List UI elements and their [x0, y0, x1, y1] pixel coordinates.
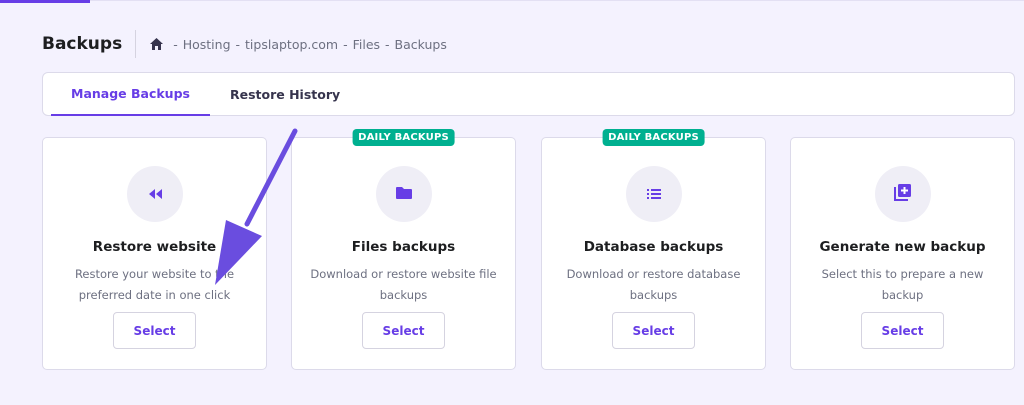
top-divider — [90, 0, 1024, 1]
breadcrumb-item-files[interactable]: Files — [353, 37, 380, 52]
add-box-icon — [893, 183, 912, 205]
card-database-backups: DAILY BACKUPS Database backups Download … — [541, 129, 766, 370]
generate-backup-select-button[interactable]: Select — [861, 312, 944, 349]
page-title: Backups — [42, 30, 137, 58]
breadcrumb-item-domain[interactable]: tipslaptop.com — [245, 37, 338, 52]
breadcrumb: - Hosting - tipslaptop.com - Files - Bac… — [149, 37, 447, 52]
daily-backups-badge: DAILY BACKUPS — [602, 129, 705, 146]
card-title: Generate new backup — [819, 239, 986, 255]
card-generate-new-backup: Generate new backup Select this to prepa… — [790, 137, 1015, 370]
breadcrumb-item-backups: Backups — [394, 36, 447, 52]
files-backups-select-button[interactable]: Select — [362, 312, 445, 349]
database-backups-select-button[interactable]: Select — [612, 312, 695, 349]
daily-backups-badge: DAILY BACKUPS — [352, 129, 455, 146]
restore-website-select-button[interactable]: Select — [113, 312, 196, 349]
card-title: Restore website — [92, 239, 217, 255]
card-description: Restore your website to the preferred da… — [74, 267, 235, 302]
home-icon[interactable] — [149, 37, 164, 51]
breadcrumb-item-hosting[interactable]: Hosting — [183, 37, 231, 52]
card-title: Database backups — [583, 239, 724, 255]
card-description: Download or restore website file backups — [310, 267, 497, 302]
card-restore-website: Restore website Restore your website to … — [42, 137, 267, 370]
top-accent-bar — [0, 0, 90, 3]
tab-manage-backups[interactable]: Manage Backups — [51, 73, 210, 116]
backup-tabs: Manage Backups Restore History — [42, 72, 1015, 116]
card-description: Download or restore database backups — [566, 267, 741, 302]
card-description: Select this to prepare a new backup — [821, 267, 984, 302]
rewind-icon — [147, 185, 163, 204]
tab-restore-history[interactable]: Restore History — [210, 73, 360, 116]
card-files-backups: DAILY BACKUPS Files backups Download or … — [291, 129, 516, 370]
list-icon — [646, 185, 662, 204]
card-title: Files backups — [351, 239, 456, 255]
page-header: Backups - Hosting - tipslaptop.com - Fil… — [42, 30, 447, 58]
folder-icon — [395, 185, 413, 204]
